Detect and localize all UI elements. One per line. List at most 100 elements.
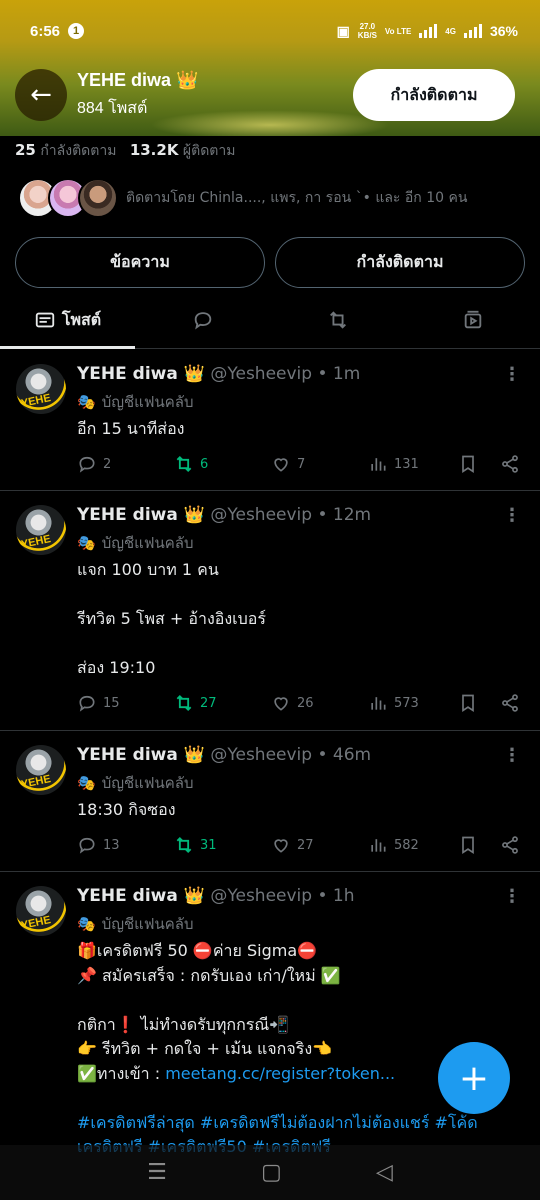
followers-link[interactable]: 13.2K ผู้ติดตาม	[130, 141, 236, 159]
avatar[interactable]	[16, 505, 66, 555]
fan-account-badge: 🎭 บัญชีแฟนคลับ	[77, 774, 194, 792]
views-button[interactable]: 573	[368, 693, 458, 713]
back-button[interactable]: ←	[15, 69, 67, 121]
status-bar: 6:56 1 ▣ 27.0 KB/S Vo LTE 4G 36%	[0, 0, 540, 62]
post[interactable]: YEHE diwa 👑 @Yesheevip • 1m ⋮ 🎭บัญชีแฟนค…	[0, 350, 540, 491]
bookmark-icon	[462, 455, 474, 474]
share-icon	[502, 836, 518, 854]
bookmark-button[interactable]	[458, 454, 500, 474]
post-handle: @Yesheevip	[210, 745, 313, 765]
mask-icon: 🎭	[77, 915, 96, 933]
bookmark-button[interactable]	[458, 693, 500, 713]
reply-button[interactable]: 13	[77, 835, 174, 855]
header-post-count: 884 โพสต์	[77, 100, 148, 117]
more-options-icon[interactable]: ⋮	[503, 886, 521, 907]
avatar[interactable]	[16, 364, 66, 414]
like-button[interactable]: 7	[271, 454, 368, 474]
message-icon: ▣	[336, 22, 350, 39]
repost-icon	[176, 695, 192, 711]
tab-replies[interactable]	[135, 292, 270, 348]
following-link[interactable]: 25 กำลังติดตาม	[15, 141, 116, 159]
share-button[interactable]	[500, 693, 520, 713]
post-time: • 1h	[317, 886, 355, 906]
message-button[interactable]: ข้อความ	[15, 237, 265, 288]
avatar[interactable]	[16, 745, 66, 795]
followed-by-text: ติดตามโดย Chinla...., แพร, กา รอน `• และ…	[126, 190, 468, 206]
notification-count-badge: 1	[68, 23, 85, 39]
recent-apps-icon[interactable]: ☰	[147, 1160, 167, 1185]
posts-icon	[35, 312, 55, 328]
heart-icon	[274, 697, 288, 711]
reply-button[interactable]: 15	[77, 693, 174, 713]
repost-button[interactable]: 6	[174, 454, 271, 474]
repost-icon	[176, 837, 192, 853]
repost-icon	[329, 311, 346, 329]
post-handle: @Yesheevip	[210, 886, 313, 906]
like-button[interactable]: 27	[271, 835, 368, 855]
more-options-icon[interactable]: ⋮	[503, 364, 521, 385]
post-author-name: YEHE diwa 👑	[77, 364, 205, 384]
system-nav-bar: ☰ ▢ ◁	[0, 1145, 540, 1200]
heart-icon	[274, 458, 288, 472]
tab-reposts[interactable]	[270, 292, 405, 348]
network-type: 4G	[445, 26, 456, 36]
fan-account-badge: 🎭 บัญชีแฟนคลับ	[77, 393, 194, 411]
volte-indicator: Vo LTE	[384, 26, 412, 36]
following-button[interactable]: กำลังติดตาม	[275, 237, 525, 288]
back-nav-icon[interactable]: ◁	[376, 1160, 393, 1185]
post-time: • 1m	[317, 364, 361, 384]
bookmark-button[interactable]	[458, 835, 500, 855]
bookmark-icon	[462, 836, 474, 855]
avatar	[78, 178, 118, 218]
fan-account-badge: 🎭 บัญชีแฟนคลับ	[77, 534, 194, 552]
avatar[interactable]	[16, 886, 66, 936]
reply-button[interactable]: 2	[77, 454, 174, 474]
tab-media[interactable]	[405, 292, 540, 348]
bookmark-icon	[462, 694, 474, 713]
media-icon	[464, 310, 481, 329]
following-button-header[interactable]: กำลังติดตาม	[353, 69, 515, 121]
compose-plus-icon: +	[458, 1057, 490, 1099]
signal-icon	[419, 24, 438, 38]
battery-level: 36%	[489, 23, 518, 39]
share-icon	[502, 455, 518, 473]
tab-posts-label: โพสต์	[61, 309, 102, 329]
home-icon[interactable]: ▢	[261, 1160, 282, 1185]
post-text: อีก 15 นาทีส่อง	[77, 419, 185, 438]
reply-icon	[79, 837, 95, 854]
share-icon	[502, 694, 518, 712]
share-button[interactable]	[500, 454, 520, 474]
followed-by-row[interactable]: ติดตามโดย Chinla...., แพร, กา รอน `• และ…	[18, 178, 467, 218]
more-options-icon[interactable]: ⋮	[503, 505, 521, 526]
post-author-name: YEHE diwa 👑	[77, 886, 205, 906]
follow-counts: 25 กำลังติดตาม 13.2K ผู้ติดตาม	[15, 140, 235, 162]
post-time: • 46m	[317, 745, 372, 765]
post-text: แจก 100 บาท 1 คน รีทวิต 5 โพส + อ้างอิงเ…	[77, 560, 267, 677]
tab-posts[interactable]: โพสต์	[0, 292, 135, 349]
repost-button[interactable]: 27	[174, 693, 271, 713]
views-icon	[371, 697, 386, 710]
post-text: 18:30 กิจซอง	[77, 800, 176, 819]
views-button[interactable]: 582	[368, 835, 458, 855]
fan-account-badge: 🎭 บัญชีแฟนคลับ	[77, 915, 194, 933]
compose-button[interactable]: +	[438, 1042, 510, 1114]
network-speed: 27.0 KB/S	[357, 22, 377, 40]
post-link[interactable]: meetang.cc/register?token...	[165, 1064, 395, 1083]
more-options-icon[interactable]: ⋮	[503, 745, 521, 766]
views-icon	[371, 839, 386, 852]
post-time: • 12m	[317, 505, 372, 525]
replies-icon	[194, 312, 211, 330]
reply-icon	[79, 695, 95, 712]
post[interactable]: YEHE diwa 👑 @Yesheevip • 12m ⋮ 🎭บัญชีแฟน…	[0, 491, 540, 731]
mask-icon: 🎭	[77, 774, 96, 792]
repost-button[interactable]: 31	[174, 835, 271, 855]
views-button[interactable]: 131	[368, 454, 458, 474]
repost-icon	[176, 456, 192, 472]
post-author-name: YEHE diwa 👑	[77, 505, 205, 525]
header-name: YEHE diwa 👑	[77, 70, 199, 90]
signal-icon-2	[463, 24, 482, 38]
mask-icon: 🎭	[77, 534, 96, 552]
like-button[interactable]: 26	[271, 693, 368, 713]
share-button[interactable]	[500, 835, 520, 855]
post[interactable]: YEHE diwa 👑 @Yesheevip • 46m ⋮ 🎭บัญชีแฟน…	[0, 731, 540, 872]
